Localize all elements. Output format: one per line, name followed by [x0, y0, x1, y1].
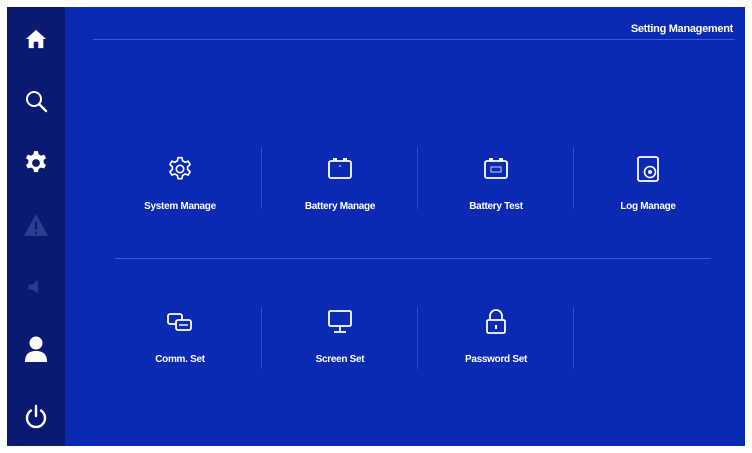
column-divider: [261, 307, 262, 369]
password-set-label: Password Set: [465, 354, 527, 365]
log-manage-button[interactable]: Log Manage: [573, 149, 723, 239]
user-icon: [25, 336, 47, 362]
password-set-button[interactable]: Password Set: [421, 302, 571, 392]
sidebar-item-home[interactable]: [7, 9, 65, 69]
sidebar: [7, 7, 65, 446]
row-divider: [115, 258, 711, 259]
battery-test-icon: [484, 158, 508, 179]
app-window: Setting Management System Manage Battery…: [7, 7, 745, 446]
log-icon: [637, 156, 659, 182]
gear-icon: [168, 156, 192, 180]
home-icon: [25, 29, 47, 49]
battery-manage-label: Battery Manage: [304, 201, 376, 212]
sidebar-item-user[interactable]: [7, 319, 65, 379]
battery-manage-button[interactable]: Battery Manage: [265, 149, 415, 239]
comm-set-label: Comm. Set: [155, 354, 205, 365]
lock-icon: [486, 309, 506, 334]
screen-set-button[interactable]: Screen Set: [265, 302, 415, 392]
sidebar-item-search[interactable]: [7, 71, 65, 131]
sidebar-item-power[interactable]: [7, 387, 65, 447]
battery-test-button[interactable]: Battery Test: [421, 149, 571, 239]
sidebar-item-sound[interactable]: [7, 257, 65, 317]
column-divider: [417, 147, 418, 209]
comm-set-button[interactable]: Comm. Set: [105, 302, 255, 392]
main-panel: Setting Management System Manage Battery…: [65, 7, 745, 446]
page-title: Setting Management: [630, 23, 733, 35]
search-icon: [26, 91, 48, 113]
system-manage-label: System Manage: [144, 201, 216, 212]
column-divider: [573, 307, 574, 369]
speaker-icon: [28, 280, 38, 294]
log-manage-label: Log Manage: [620, 201, 676, 212]
battery-icon: [328, 158, 352, 179]
comm-icon: [167, 313, 192, 331]
header-divider: [93, 39, 735, 40]
sidebar-item-alarm[interactable]: [7, 195, 65, 255]
column-divider: [417, 307, 418, 369]
system-manage-button[interactable]: System Manage: [105, 149, 255, 239]
warning-icon: [24, 214, 48, 236]
battery-test-label: Battery Test: [469, 201, 523, 212]
column-divider: [261, 147, 262, 209]
monitor-icon: [328, 310, 352, 333]
power-icon: [25, 404, 47, 429]
sidebar-item-settings[interactable]: [7, 133, 65, 193]
screen-set-label: Screen Set: [315, 354, 365, 365]
gear-icon: [25, 151, 47, 173]
